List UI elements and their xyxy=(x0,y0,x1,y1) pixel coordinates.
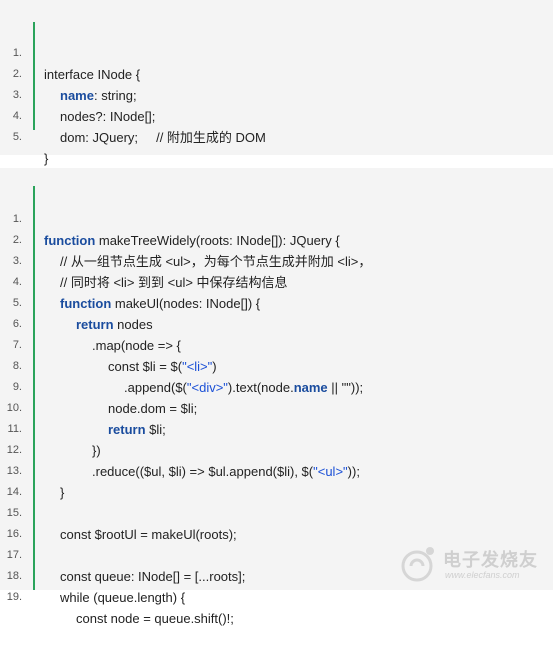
code-text: return $li; xyxy=(108,422,166,437)
code-line: 1. interface INode { xyxy=(0,22,140,82)
code-line: 13. } xyxy=(0,440,65,500)
code-text: }) xyxy=(92,443,101,458)
elecfans-watermark: 电子发烧友 www.elecfans.com xyxy=(397,544,547,586)
code-line: 14. xyxy=(0,461,22,498)
line-number: 5. xyxy=(12,131,22,143)
code-line: 6. .map(node => { xyxy=(0,293,181,353)
code-comment: // 同时将 <li> 到到 <ul> 中保存结构信息 xyxy=(60,275,288,290)
code-line: 1. function makeTreeWidely(roots: INode[… xyxy=(0,188,340,248)
code-gutter-bar xyxy=(33,186,35,590)
code-line: 5. return nodes xyxy=(0,272,153,332)
code-text: node.dom = $li; xyxy=(108,401,198,416)
code-text: } xyxy=(44,151,49,166)
code-text: name: string; xyxy=(60,88,137,103)
code-line: 3. nodes?: INode[]; xyxy=(0,64,156,124)
code-text: const $li = $("<li>") xyxy=(108,359,217,374)
code-line: 2. // 从一组节点生成 <ul>，为每个节点生成并附加 <li>， xyxy=(0,209,372,269)
code-text: while (queue.length) { xyxy=(60,590,186,605)
code-text: dom: JQuery; // 附加生成的 DOM xyxy=(60,130,266,145)
code-text: .append($("<div>").text(node.name || "")… xyxy=(124,380,364,395)
code-text: nodes?: INode[]; xyxy=(60,109,156,124)
code-line: 9. node.dom = $li; xyxy=(0,356,197,416)
code-text: } xyxy=(60,485,65,500)
code-text: const node = queue.shift()!; xyxy=(76,611,234,626)
code-line: 4. dom: JQuery; // 附加生成的 DOM xyxy=(0,85,266,145)
code-line: 4. function makeUl(nodes: INode[]) { xyxy=(0,251,260,311)
code-line: 18. while (queue.length) { xyxy=(0,545,185,605)
elecfans-logo-icon xyxy=(401,547,434,582)
code-line: 10. return $li; xyxy=(0,377,166,437)
code-block-function: 1. function makeTreeWidely(roots: INode[… xyxy=(0,168,553,626)
code-line: 7. const $li = $("<li>") xyxy=(0,314,217,374)
code-text: function makeTreeWidely(roots: INode[]):… xyxy=(44,233,340,248)
code-comment: // 从一组节点生成 <ul>，为每个节点生成并附加 <li>， xyxy=(60,254,372,269)
code-text: .map(node => { xyxy=(92,338,181,353)
code-text: interface INode { xyxy=(44,67,141,82)
code-gutter-bar xyxy=(33,22,35,130)
code-block-interface: 1. interface INode { 2. name: string; 3.… xyxy=(0,0,553,166)
watermark-title: 电子发烧友 xyxy=(443,550,538,570)
code-line: 5. } xyxy=(0,106,49,166)
code-line: 3. // 同时将 <li> 到到 <ul> 中保存结构信息 xyxy=(0,230,288,290)
code-line: 8. .append($("<div>").text(node.name || … xyxy=(0,335,363,395)
code-line: 16. xyxy=(0,503,22,540)
code-line: 2. name: string; xyxy=(0,43,137,103)
code-line: 19. const node = queue.shift()!; xyxy=(0,566,234,626)
code-text: const $rootUl = makeUl(roots); xyxy=(60,527,237,542)
code-text: const queue: INode[] = [...roots]; xyxy=(60,569,246,584)
code-line: 15. const $rootUl = makeUl(roots); xyxy=(0,482,237,542)
code-line: 11. }) xyxy=(0,398,101,458)
line-number: 19. xyxy=(6,591,22,603)
code-line: 12. .reduce(($ul, $li) => $ul.append($li… xyxy=(0,419,360,479)
code-line: 17. const queue: INode[] = [...roots]; xyxy=(0,524,246,584)
code-text: function makeUl(nodes: INode[]) { xyxy=(60,296,261,311)
watermark-url: www.elecfans.com xyxy=(445,570,520,580)
code-text: return nodes xyxy=(76,317,153,332)
code-text: .reduce(($ul, $li) => $ul.append($li), $… xyxy=(92,464,360,479)
